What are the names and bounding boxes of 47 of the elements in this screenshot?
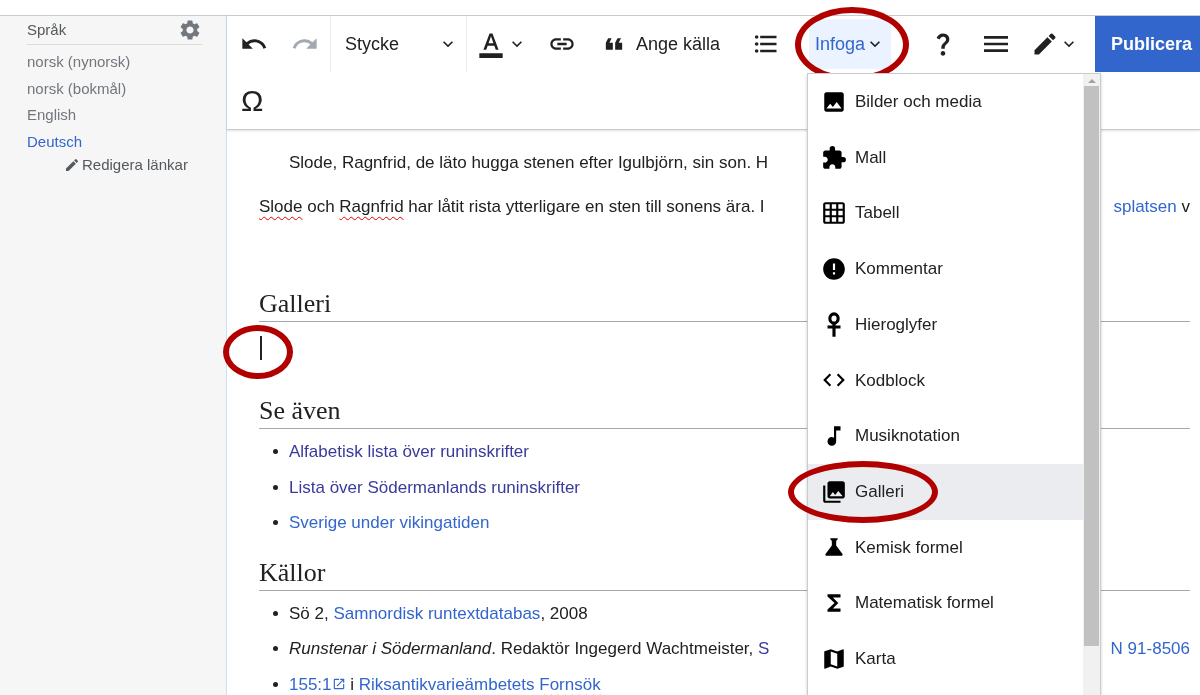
link[interactable]: Sverige under vikingatiden [289, 513, 490, 532]
menu-item[interactable]: Bilder och media [808, 74, 1083, 130]
bullet-icon [273, 610, 278, 616]
link[interactable]: Samnordisk runtextdatabas [333, 603, 541, 623]
paragraph-text: Slode och Ragnfrid har låtit rista ytterligare en sten till sonens ära. I [259, 195, 765, 218]
paragraph-text: splatsen v [1113, 195, 1190, 218]
link[interactable]: splatsen [1113, 196, 1177, 216]
special-characters-button[interactable]: Ω [229, 72, 276, 128]
menu-item[interactable]: Mall [808, 129, 1083, 186]
bullet-icon [273, 520, 278, 526]
scrollbar-thumb[interactable] [1084, 86, 1099, 646]
exclamation-icon [821, 255, 847, 282]
external-link[interactable]: 155:1 [289, 671, 346, 695]
bullet-icon [273, 681, 278, 687]
paragraph-text: Slode, Ragnfrid, de läto hugga stenen efter Igulbjörn, sin son. H [289, 152, 769, 174]
bullet-icon [273, 484, 278, 490]
bullet-icon [273, 449, 278, 455]
language-link[interactable]: norsk (nynorsk) [27, 51, 202, 74]
settings-icon[interactable] [178, 18, 202, 42]
publish-button[interactable]: Publicera [1094, 16, 1200, 72]
gallery-icon [821, 478, 847, 505]
paragraph-format-dropdown[interactable]: Stycke [331, 16, 467, 72]
scrollbar[interactable] [1083, 74, 1100, 695]
list-item-text: Runstenar i Södermanland. Redaktör Ingegerd Wachtmeister, S [289, 638, 770, 660]
menu-item[interactable]: Tabell [808, 185, 1083, 242]
edit-links-link[interactable]: Redigera länkar [64, 154, 202, 177]
language-link[interactable]: English [27, 104, 202, 127]
list-item-text: 155:1 i Riksantikvarieämbetets Fornsök [289, 671, 601, 695]
link[interactable]: Lista över Södermanlands runinskrifter [289, 477, 581, 497]
sidebar-title: Språk [27, 19, 67, 40]
puzzle-icon [821, 144, 847, 171]
link[interactable]: S [758, 639, 770, 658]
language-link[interactable]: norsk (bokmål) [27, 77, 202, 100]
link[interactable]: N 91-8506 [1110, 639, 1190, 658]
table-icon [821, 200, 847, 227]
bullet-icon [273, 646, 278, 652]
list-item-text: Sö 2, Samnordisk runtextdatabas, 2008 [289, 602, 588, 625]
menu-item[interactable]: Karta [808, 630, 1083, 687]
pencil-icon [64, 157, 80, 174]
link[interactable]: Fornsök [539, 674, 601, 694]
language-link[interactable]: Deutsch [27, 130, 202, 153]
cite-button[interactable]: Ange källa [582, 16, 732, 72]
menu-item[interactable]: Galleri [808, 463, 1083, 520]
external-link-icon [331, 677, 346, 692]
link[interactable]: Alfabetisk lista över runinskrifter [289, 442, 529, 461]
link[interactable]: Riksantikvarieämbetets [358, 674, 535, 694]
insert-menu-button[interactable]: Infoga [809, 19, 891, 69]
